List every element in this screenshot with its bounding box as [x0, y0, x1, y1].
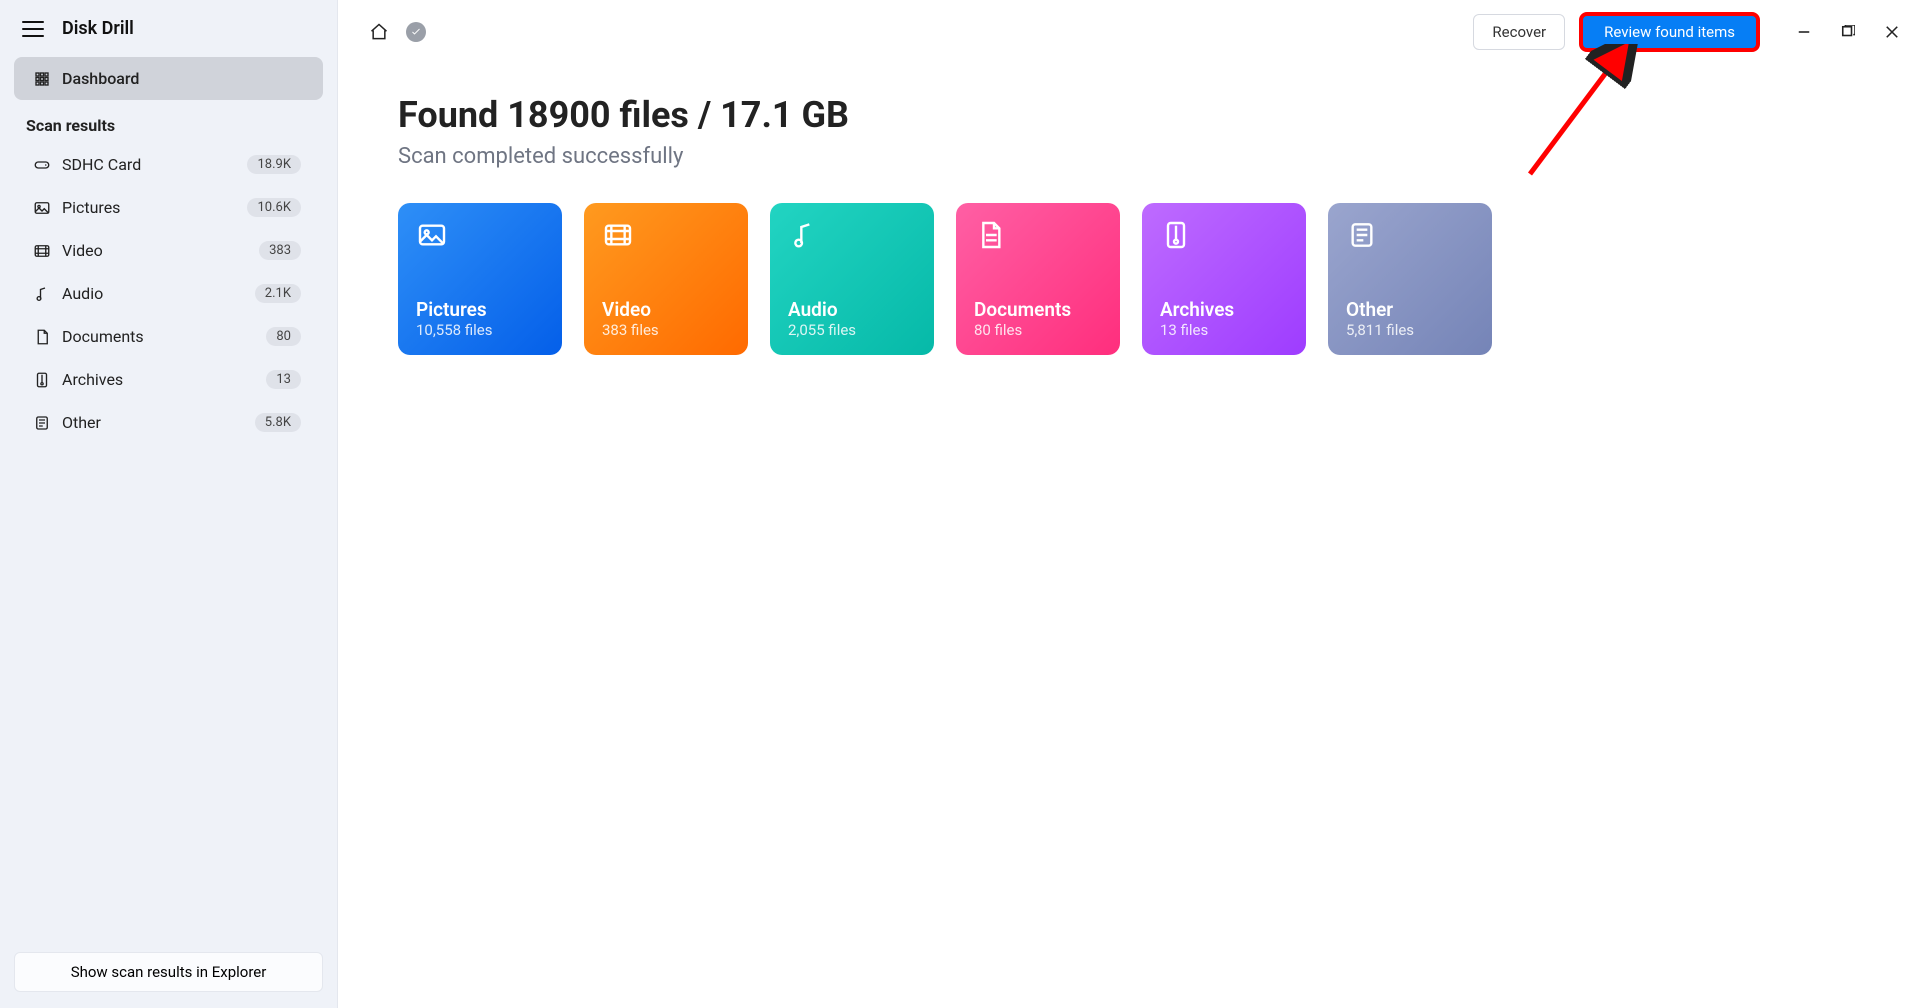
category-title: Other	[1346, 298, 1474, 321]
window-maximize-icon[interactable]	[1840, 24, 1856, 40]
sidebar-item-label: SDHC Card	[62, 155, 141, 174]
audio-icon	[32, 285, 52, 303]
dashboard-icon	[32, 70, 52, 88]
sidebar-item-count: 10.6K	[247, 198, 301, 217]
sidebar-item-pictures[interactable]: Pictures 10.6K	[14, 186, 323, 229]
recover-button[interactable]: Recover	[1473, 14, 1565, 50]
show-in-explorer-button[interactable]: Show scan results in Explorer	[14, 952, 323, 992]
category-sub: 13 files	[1160, 321, 1288, 339]
sidebar-footer: Show scan results in Explorer	[0, 942, 337, 1008]
category-sub: 80 files	[974, 321, 1102, 339]
sidebar-item-count: 2.1K	[255, 284, 301, 303]
app-title: Disk Drill	[62, 18, 134, 39]
sidebar-item-audio[interactable]: Audio 2.1K	[14, 272, 323, 315]
picture-icon	[32, 199, 52, 217]
content: Found 18900 files / 17.1 GB Scan complet…	[338, 64, 1920, 385]
category-title: Video	[602, 298, 730, 321]
sidebar-item-documents[interactable]: Documents 80	[14, 315, 323, 358]
sidebar-item-count: 5.8K	[255, 413, 301, 432]
category-sub: 2,055 files	[788, 321, 916, 339]
sidebar-item-count: 13	[266, 370, 301, 389]
document-icon	[32, 328, 52, 346]
audio-icon	[788, 219, 820, 251]
sidebar-item-label: Video	[62, 241, 103, 260]
sidebar-item-count: 80	[266, 327, 301, 346]
category-cards: Pictures 10,558 files Video 383 files Au…	[398, 203, 1860, 355]
results-headline: Found 18900 files / 17.1 GB	[398, 94, 1860, 136]
sidebar: Disk Drill Dashboard Scan results SDHC C…	[0, 0, 338, 1008]
category-title: Archives	[1160, 298, 1288, 321]
results-subhead: Scan completed successfully	[398, 144, 1860, 169]
category-title: Audio	[788, 298, 916, 321]
document-icon	[974, 219, 1006, 251]
sidebar-section-heading: Scan results	[0, 100, 337, 143]
category-card-video[interactable]: Video 383 files	[584, 203, 748, 355]
sidebar-item-label: Other	[62, 413, 101, 432]
nav-dashboard-label: Dashboard	[62, 69, 139, 88]
sidebar-item-label: Documents	[62, 327, 144, 346]
menu-icon[interactable]	[22, 21, 44, 37]
window-controls	[1796, 24, 1900, 40]
status-check-icon	[406, 22, 426, 42]
sidebar-item-count: 18.9K	[247, 155, 301, 174]
archive-icon	[32, 371, 52, 389]
video-icon	[602, 219, 634, 251]
sidebar-item-label: Pictures	[62, 198, 120, 217]
sidebar-header: Disk Drill	[0, 0, 337, 57]
window-close-icon[interactable]	[1884, 24, 1900, 40]
topbar: Recover Review found items	[338, 0, 1920, 64]
window-minimize-icon[interactable]	[1796, 24, 1812, 40]
sidebar-item-count: 383	[259, 241, 301, 260]
sidebar-item-label: Audio	[62, 284, 103, 303]
sidebar-item-sdhc[interactable]: SDHC Card 18.9K	[14, 143, 323, 186]
category-card-documents[interactable]: Documents 80 files	[956, 203, 1120, 355]
main: Recover Review found items Found 18900 f…	[338, 0, 1920, 1008]
review-found-items-button[interactable]: Review found items	[1581, 14, 1758, 50]
home-icon[interactable]	[368, 21, 390, 43]
category-card-pictures[interactable]: Pictures 10,558 files	[398, 203, 562, 355]
category-card-audio[interactable]: Audio 2,055 files	[770, 203, 934, 355]
category-title: Pictures	[416, 298, 544, 321]
other-icon	[1346, 219, 1378, 251]
category-sub: 383 files	[602, 321, 730, 339]
category-sub: 5,811 files	[1346, 321, 1474, 339]
category-sub: 10,558 files	[416, 321, 544, 339]
sidebar-item-video[interactable]: Video 383	[14, 229, 323, 272]
sidebar-item-archives[interactable]: Archives 13	[14, 358, 323, 401]
other-icon	[32, 414, 52, 432]
sidebar-item-other[interactable]: Other 5.8K	[14, 401, 323, 444]
drive-icon	[32, 156, 52, 174]
archive-icon	[1160, 219, 1192, 251]
category-title: Documents	[974, 298, 1102, 321]
sidebar-item-label: Archives	[62, 370, 123, 389]
category-card-archives[interactable]: Archives 13 files	[1142, 203, 1306, 355]
video-icon	[32, 242, 52, 260]
category-card-other[interactable]: Other 5,811 files	[1328, 203, 1492, 355]
picture-icon	[416, 219, 448, 251]
nav-dashboard[interactable]: Dashboard	[14, 57, 323, 100]
